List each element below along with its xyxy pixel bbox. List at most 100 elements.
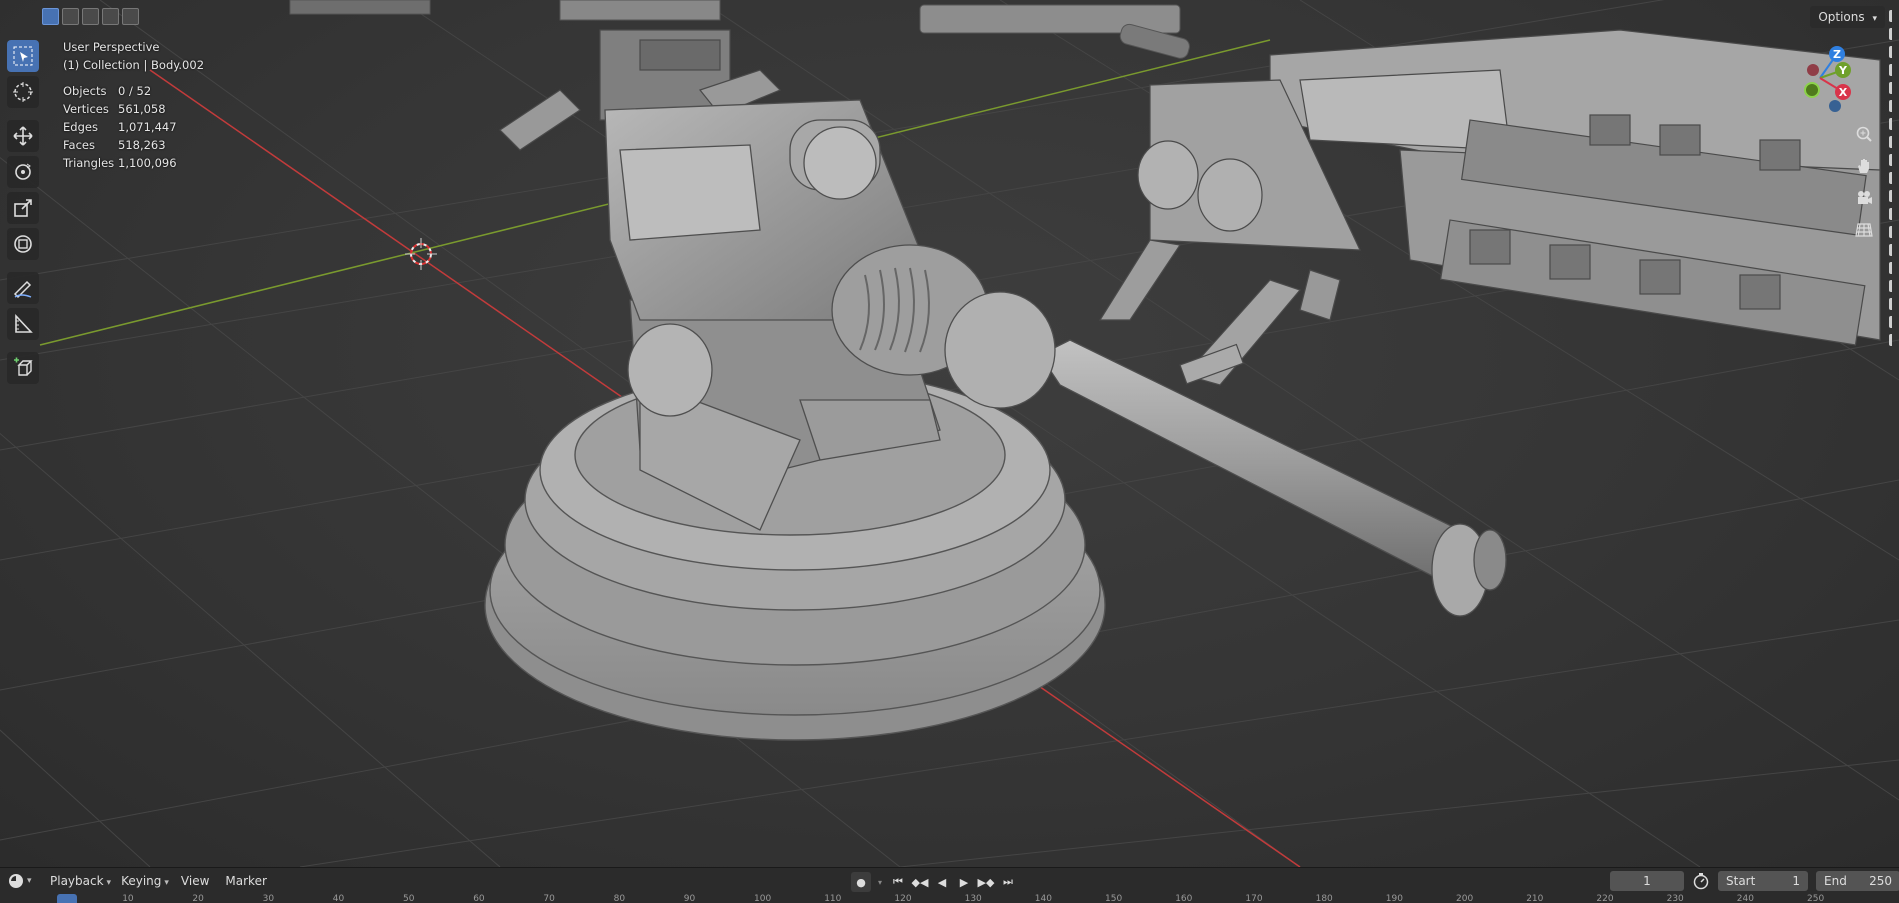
chevron-down-icon: ▾ xyxy=(106,878,112,888)
select-box-tool[interactable] xyxy=(7,40,39,72)
jump-end-button[interactable]: ⏭ xyxy=(999,873,1017,891)
jump-start-button[interactable]: ⏮ xyxy=(889,873,907,891)
select-box-mode-icon[interactable] xyxy=(42,8,59,25)
ruler-tick-label: 170 xyxy=(1245,894,1263,903)
playhead[interactable] xyxy=(57,894,77,903)
clock-icon xyxy=(9,874,23,888)
menu-view[interactable]: View xyxy=(181,874,209,888)
play-reverse-icon: ◀ xyxy=(937,875,947,889)
menu-marker[interactable]: Marker xyxy=(225,874,266,888)
pan-button[interactable] xyxy=(1851,154,1877,178)
jump-end-icon: ⏭ xyxy=(1003,875,1013,888)
visibility-eye-icon[interactable] xyxy=(1889,298,1899,310)
current-frame-field[interactable]: 1 xyxy=(1610,871,1684,891)
play-reverse-button[interactable]: ◀ xyxy=(933,873,951,891)
active-collection: (1) Collection | Body.002 xyxy=(63,58,205,72)
timeline-header: ▾ Playback ▾ Keying ▾ View Marker ● ▾ ⏮ ◆◀… xyxy=(0,868,1899,894)
gizmo-y-label: Y xyxy=(1838,64,1848,77)
ortho-toggle-button[interactable] xyxy=(1851,218,1877,242)
scale-tool[interactable] xyxy=(7,192,39,224)
visibility-eye-icon[interactable] xyxy=(1889,208,1899,220)
chevron-down-icon: ▾ xyxy=(1872,14,1877,24)
ruler-tick-label: 180 xyxy=(1315,894,1333,903)
zoom-button[interactable] xyxy=(1851,122,1877,146)
frame-ruler[interactable]: 10 20 30 40 50 60 70 80 90 100 110 120 130 140 150 160 1… xyxy=(0,894,1899,903)
visibility-eye-icon[interactable] xyxy=(1889,46,1899,58)
add-cube-tool[interactable] xyxy=(7,352,39,384)
select-box-icon xyxy=(13,46,33,66)
select-invert-mode-icon[interactable] xyxy=(102,8,119,25)
options-label: Options xyxy=(1818,10,1865,24)
add-cube-icon xyxy=(14,357,33,376)
visibility-eye-icon[interactable] xyxy=(1889,334,1899,346)
next-keyframe-button[interactable]: ▶◆ xyxy=(977,873,995,891)
play-icon: ▶ xyxy=(959,875,969,889)
editor-type-selector[interactable]: ▾ xyxy=(8,872,36,890)
background-models xyxy=(289,0,1190,59)
stat-row: Faces 518,263 xyxy=(63,138,166,152)
ruler-tick-label: 80 xyxy=(613,894,626,903)
visibility-eye-icon[interactable] xyxy=(1889,136,1899,148)
gizmo-neg-x xyxy=(1807,64,1819,76)
ruler-tick-label: 90 xyxy=(683,894,696,903)
viewport-navigation xyxy=(1851,122,1877,242)
visibility-eye-icon[interactable] xyxy=(1889,280,1899,292)
visibility-eye-icon[interactable] xyxy=(1889,82,1899,94)
ruler-tick-label: 210 xyxy=(1526,894,1544,903)
select-extend-mode-icon[interactable] xyxy=(62,8,79,25)
gizmo-neg-z xyxy=(1829,100,1841,112)
visibility-eye-icon[interactable] xyxy=(1889,10,1899,22)
ruler-tick-label: 160 xyxy=(1175,894,1193,903)
select-intersect-mode-icon[interactable] xyxy=(122,8,139,25)
scale-icon xyxy=(14,199,32,217)
cursor-tool[interactable] xyxy=(7,76,39,108)
select-subtract-mode-icon[interactable] xyxy=(82,8,99,25)
playback-controls: ● ▾ ⏮ ◆◀ ◀ ▶ ▶◆ ⏭ xyxy=(851,872,1017,892)
stat-row: Vertices 561,058 xyxy=(63,102,166,116)
scene-statistics: Objects 0 / 52 Vertices 561,058 Edges 1,071… xyxy=(63,82,204,172)
end-frame-field[interactable]: End 250 xyxy=(1816,871,1899,891)
transform-icon xyxy=(14,235,32,253)
jump-start-icon: ⏮ xyxy=(893,875,903,888)
keying-options-button[interactable]: ▾ xyxy=(875,873,885,891)
options-dropdown[interactable]: Options ▾ xyxy=(1810,6,1885,28)
visibility-eye-icon[interactable] xyxy=(1889,154,1899,166)
annotate-tool[interactable] xyxy=(7,272,39,304)
visibility-eye-icon[interactable] xyxy=(1889,316,1899,328)
stat-row: Triangles 1,100,096 xyxy=(63,156,177,170)
ruler-tick-label: 110 xyxy=(824,894,842,903)
visibility-eye-icon[interactable] xyxy=(1889,28,1899,40)
move-tool[interactable] xyxy=(7,120,39,152)
visibility-eye-icon[interactable] xyxy=(1889,100,1899,112)
menu-keying[interactable]: Keying ▾ xyxy=(121,874,169,888)
visibility-eye-icon[interactable] xyxy=(1889,64,1899,76)
visibility-eye-icon[interactable] xyxy=(1889,172,1899,184)
ruler-tick-label: 230 xyxy=(1666,894,1684,903)
measure-tool[interactable] xyxy=(7,308,39,340)
navigation-gizmo[interactable]: Z Y X xyxy=(1790,42,1860,122)
camera-view-button[interactable] xyxy=(1851,186,1877,210)
rotate-tool[interactable] xyxy=(7,156,39,188)
visibility-eye-icon[interactable] xyxy=(1889,190,1899,202)
start-frame-field[interactable]: Start 1 xyxy=(1718,871,1808,891)
viewport-info-overlay: User Perspective (1) Collection | Body.0… xyxy=(63,38,204,172)
prev-keyframe-button[interactable]: ◆◀ xyxy=(911,873,929,891)
ruler-tick-label: 250 xyxy=(1807,894,1825,903)
gizmo-neg-y xyxy=(1804,82,1820,98)
3d-viewport[interactable]: Options ▾ User Perspective (1) Collectio… xyxy=(0,0,1899,867)
timeline-editor: ▾ Playback ▾ Keying ▾ View Marker ● ▾ ⏮ ◆◀… xyxy=(0,867,1899,903)
play-button[interactable]: ▶ xyxy=(955,873,973,891)
ruler-tick-label: 140 xyxy=(1034,894,1052,903)
visibility-eye-icon[interactable] xyxy=(1889,226,1899,238)
visibility-eye-icon[interactable] xyxy=(1889,118,1899,130)
auto-keying-button[interactable]: ● xyxy=(851,872,871,892)
transform-tool[interactable] xyxy=(7,228,39,260)
rotate-icon xyxy=(15,163,31,180)
next-keyframe-icon: ▶◆ xyxy=(977,875,995,889)
menu-playback[interactable]: Playback ▾ xyxy=(50,874,111,888)
visibility-eye-icon[interactable] xyxy=(1889,262,1899,274)
grid-icon xyxy=(1855,223,1873,237)
gizmo-x-label: X xyxy=(1839,86,1848,99)
stopwatch-icon[interactable] xyxy=(1692,872,1710,890)
visibility-eye-icon[interactable] xyxy=(1889,244,1899,256)
